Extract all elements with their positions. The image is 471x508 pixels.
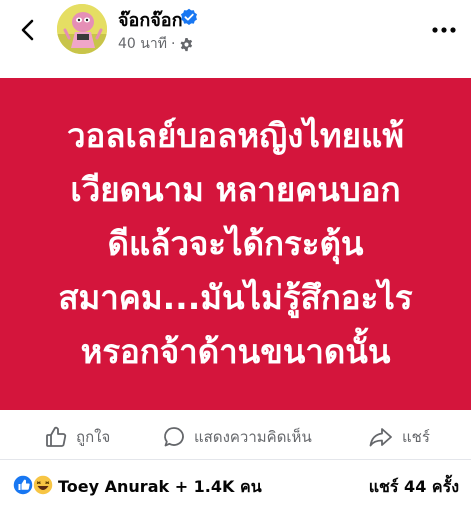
- post-meta: 40 นาที ·: [118, 33, 194, 55]
- comment-button[interactable]: แสดงความคิดเห็น: [162, 414, 312, 460]
- action-bar: ถูกใจ แสดงความคิดเห็น แชร์: [0, 414, 471, 460]
- post-line: ดีแล้วจะได้กระตุ้น: [107, 224, 364, 263]
- shares-count[interactable]: แชร์ 44 ครั้ง: [369, 475, 459, 500]
- verified-badge-icon: [181, 8, 197, 26]
- reaction-icons[interactable]: [12, 474, 56, 496]
- timestamp[interactable]: 40 นาที: [118, 33, 167, 55]
- reactors-count[interactable]: Toey Anurak + 1.4K คน: [58, 475, 262, 500]
- like-reaction-icon: [12, 474, 34, 496]
- engagement-summary: Toey Anurak + 1.4K คน แชร์ 44 ครั้ง: [0, 466, 471, 506]
- haha-reaction-icon: [32, 474, 54, 496]
- meta-separator: ·: [170, 36, 176, 52]
- author-name[interactable]: จ๊อกจ๊อก: [118, 5, 183, 34]
- post-text: วอลเลย์บอลหญิงไทยแพ้ เวียดนาม หลายคนบอก …: [16, 109, 456, 379]
- gear-icon: [180, 37, 193, 51]
- share-arrow-icon: [369, 428, 392, 447]
- comment-label: แสดงความคิดเห็น: [194, 428, 312, 446]
- post-header: จ๊อกจ๊อก 40 นาที ·: [0, 0, 471, 78]
- share-button[interactable]: แชร์: [368, 414, 430, 460]
- like-label: ถูกใจ: [76, 428, 111, 446]
- post-line: สมาคม...มันไม่รู้สึกอะไร: [58, 278, 413, 317]
- comment-bubble-icon: [164, 427, 184, 447]
- like-button[interactable]: ถูกใจ: [44, 414, 110, 460]
- back-button[interactable]: [14, 16, 42, 44]
- more-dots-icon: [432, 27, 456, 33]
- thumbs-up-icon: [46, 426, 67, 447]
- post-line: เวียดนาม หลายคนบอก: [70, 170, 401, 209]
- post-line: วอลเลย์บอลหญิงไทยแพ้: [66, 116, 405, 155]
- more-options-button[interactable]: [429, 18, 459, 42]
- post-line: หรอกจ้าด้านขนาดนั้น: [80, 332, 391, 371]
- post-content[interactable]: วอลเลย์บอลหญิงไทยแพ้ เวียดนาม หลายคนบอก …: [0, 78, 471, 410]
- share-label: แชร์: [402, 428, 430, 446]
- avatar[interactable]: [57, 4, 107, 54]
- chevron-left-icon: [21, 19, 34, 41]
